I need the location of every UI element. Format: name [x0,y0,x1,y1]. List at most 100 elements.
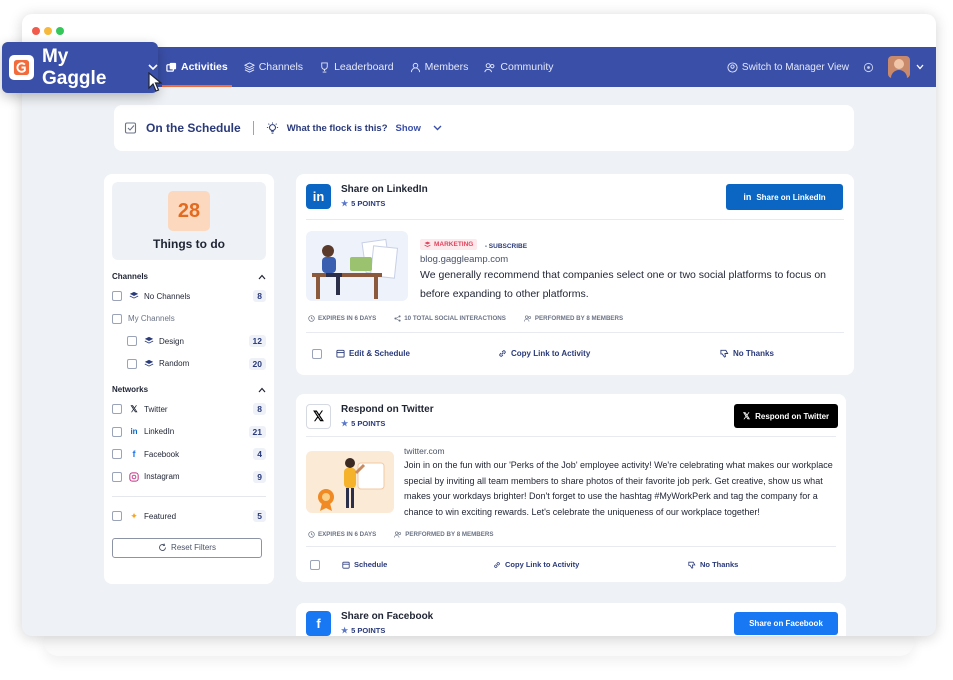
copy-link-button[interactable]: Copy Link to Activity [498,349,590,358]
tag-row: MARKETING - SUBSCRIBE [420,235,527,253]
checkbox[interactable] [112,511,122,522]
nav-right: Switch to Manager View [727,47,924,87]
no-thanks-button[interactable]: No Thanks [720,349,774,358]
checkbox[interactable] [112,404,122,415]
chevron-down-icon[interactable] [433,125,442,131]
copy-link-button[interactable]: Copy Link to Activity [493,560,579,569]
respond-on-twitter-button[interactable]: 𝕏 Respond on Twitter [734,404,838,428]
show-toggle[interactable]: Show [396,123,421,134]
marketing-tag[interactable]: MARKETING [420,239,478,250]
checkbox[interactable] [112,449,122,460]
networks-section-header[interactable]: Networks [112,385,266,394]
reset-filters-button[interactable]: Reset Filters [112,537,262,558]
meta-label: EXPIRES IN 6 DAYS [318,531,377,538]
filter-count: 4 [253,448,266,461]
source-domain: blog.gaggleamp.com [420,254,509,265]
x-twitter-icon: 𝕏 [130,403,138,414]
tab-label: Activities [181,61,228,73]
filter-count: 8 [253,403,266,416]
chevron-down-icon [916,64,924,70]
settings-icon[interactable] [863,62,874,73]
todo-count: 28 [168,191,210,231]
window-chrome [22,14,936,47]
filter-label: Twitter [144,404,168,414]
checkbox[interactable] [127,358,137,369]
tab-community[interactable]: Community [484,47,554,87]
filter-featured[interactable]: ✦ Featured 5 [112,505,266,528]
select-checkbox[interactable] [312,349,322,359]
filter-design[interactable]: Design 12 [112,330,266,353]
meta-label: 10 TOTAL SOCIAL INTERACTIONS [404,315,506,322]
filter-label: Design [159,336,184,346]
tab-leaderboard[interactable]: Leaderboard [319,47,394,87]
no-thanks-button[interactable]: No Thanks [688,560,738,569]
post-thumbnail [306,451,394,513]
share-on-facebook-button[interactable]: Share on Facebook [734,612,838,635]
filter-facebook[interactable]: f Facebook 4 [112,443,266,466]
switch-manager-view-button[interactable]: Switch to Manager View [727,62,849,73]
post-text: We generally recommend that companies se… [420,269,827,300]
checkbox[interactable] [112,313,122,324]
filter-no-channels[interactable]: No Channels 8 [112,285,266,308]
filter-count: 5 [253,510,266,523]
filter-instagram[interactable]: Instagram 9 [112,466,266,489]
checkbox[interactable] [127,336,137,347]
card-title: Share on Facebook [341,611,434,622]
account-menu[interactable] [888,56,924,78]
thumbs-down-icon [720,349,729,358]
filter-random[interactable]: Random 20 [112,353,266,376]
filter-twitter[interactable]: 𝕏 Twitter 8 [112,398,266,421]
expires-meta: EXPIRES IN 6 DAYS [308,315,376,322]
mouse-cursor-icon [148,72,162,92]
minimize-window-button[interactable] [44,27,52,35]
checkbox[interactable] [112,471,122,482]
users-icon [394,531,402,538]
card-header: f Share on Facebook ★ 5 POINTS [306,611,433,636]
cta-label: Share on Facebook [749,619,823,628]
todo-label: Things to do [153,237,225,251]
divider [306,219,844,220]
tab-members[interactable]: Members [410,47,469,87]
workspace-switcher[interactable]: My Gaggle [2,42,158,93]
share-on-linkedin-button[interactable]: in Share on LinkedIn [726,184,843,210]
schedule-title: On the Schedule [146,121,241,135]
close-window-button[interactable] [32,27,40,35]
users-icon [523,315,531,322]
filter-my-channels[interactable]: My Channels [112,308,266,331]
lightbulb-icon [266,121,278,134]
subscribe-link[interactable]: - SUBSCRIBE [485,243,527,250]
filter-count: 21 [248,425,266,438]
star-icon: ★ [341,419,349,428]
select-checkbox[interactable] [310,560,320,570]
layers-icon [143,359,155,369]
action-label: Copy Link to Activity [505,560,580,569]
linkedin-logo-icon: in [306,184,331,209]
activity-meta: EXPIRES IN 6 DAYS PERFORMED BY 8 MEMBERS [308,531,493,538]
edit-schedule-button[interactable]: Edit & Schedule [336,349,410,358]
filter-count: 20 [248,357,266,370]
article-thumbnail [306,231,408,301]
checkbox[interactable] [112,291,122,302]
maximize-window-button[interactable] [56,27,64,35]
points-label: 5 POINTS [351,199,386,208]
trophy-icon [321,61,328,73]
tab-label: Leaderboard [334,61,394,73]
filter-label: My Channels [128,314,175,324]
chevron-up-icon [258,387,266,392]
tab-channels[interactable]: Channels [243,47,303,87]
filter-linkedin[interactable]: in LinkedIn 21 [112,421,266,444]
calendar-edit-icon [336,349,345,358]
tab-activities[interactable]: Activities [162,47,232,87]
expires-meta: EXPIRES IN 6 DAYS [308,531,376,538]
layers-icon [424,241,431,247]
share-icon [394,315,401,322]
source-domain: twitter.com [404,446,445,456]
tab-label: Members [424,61,469,73]
refresh-icon [159,543,166,551]
schedule-button[interactable]: Schedule [342,560,387,569]
avatar [888,56,910,78]
star-icon: ★ [341,626,349,635]
channels-section-header[interactable]: Channels [112,272,266,281]
checkbox[interactable] [112,426,122,437]
filter-label: LinkedIn [144,427,175,437]
